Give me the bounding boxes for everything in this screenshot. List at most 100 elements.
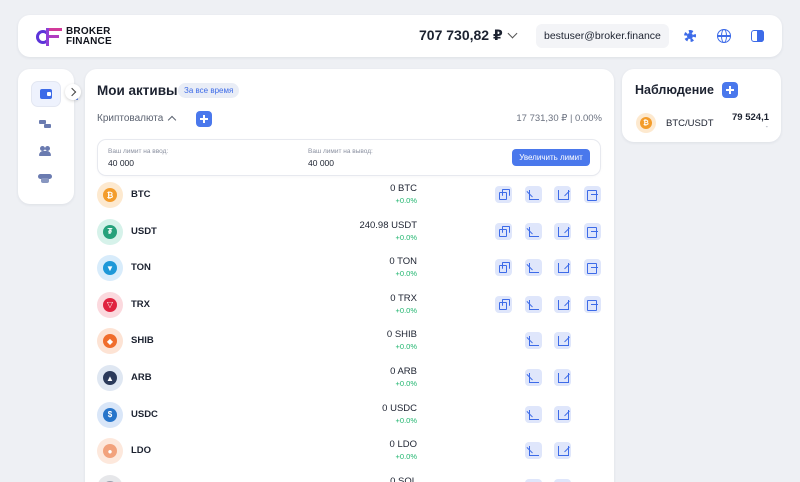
- withdraw-icon[interactable]: [554, 442, 571, 460]
- users-icon: [39, 146, 51, 156]
- withdraw-icon[interactable]: [554, 259, 571, 277]
- exchange-icon[interactable]: [584, 259, 601, 277]
- deposit-icon[interactable]: [525, 369, 542, 386]
- asset-row[interactable]: ₿ BTC 0 BTC +0.0%: [97, 180, 602, 210]
- watch-change: -: [765, 124, 768, 131]
- account-email[interactable]: bestuser@broker.finance: [536, 24, 669, 48]
- total-balance: 707 730,82 ₽: [419, 27, 503, 43]
- copy-address-icon[interactable]: [495, 186, 512, 203]
- deposit-limit-value: 40 000: [108, 158, 134, 168]
- limits-box: Ваш лимит на ввод: 40 000 Ваш лимит на в…: [98, 140, 600, 175]
- deposit-icon[interactable]: [525, 332, 542, 350]
- coin-icon: ₮: [97, 218, 123, 245]
- asset-symbol: SHIB: [131, 335, 154, 347]
- deposit-icon[interactable]: [525, 186, 542, 203]
- withdraw-icon[interactable]: [554, 405, 571, 423]
- withdraw-icon[interactable]: [554, 369, 571, 386]
- asset-row[interactable]: ◆ SHIB 0 SHIB +0.0%: [97, 326, 602, 356]
- watchlist-title: Наблюдение: [635, 83, 714, 97]
- sidebar-item-exchange[interactable]: [31, 113, 59, 135]
- asset-change: +0.0%: [395, 452, 417, 462]
- assets-panel: Мои активы За все время Криптовалюта 17 …: [85, 69, 614, 482]
- asset-change: +0.0%: [395, 232, 417, 242]
- category-toggle[interactable]: Криптовалюта: [97, 113, 177, 125]
- globe-icon[interactable]: [717, 29, 731, 43]
- btc-coin-icon: ₿: [636, 113, 656, 133]
- sidebar-item-referrals[interactable]: [31, 140, 59, 162]
- theme-toggle-icon[interactable]: [751, 29, 765, 43]
- coin-icon: $: [97, 401, 123, 428]
- copy-address-icon[interactable]: [495, 295, 512, 313]
- asset-symbol: BTC: [131, 189, 151, 200]
- withdraw-icon[interactable]: [554, 222, 571, 240]
- deposit-icon[interactable]: [525, 405, 542, 423]
- asset-row[interactable]: ● LDO 0 LDO +0.0%: [97, 436, 602, 466]
- asset-change: +0.0%: [395, 269, 417, 279]
- withdraw-limit-value: 40 000: [308, 158, 334, 168]
- watch-pair[interactable]: BTC/USDT: [666, 118, 714, 129]
- coin-icon: [97, 474, 123, 482]
- deposit-icon[interactable]: [525, 259, 542, 277]
- deposit-limit-label: Ваш лимит на ввод:: [108, 148, 169, 155]
- period-badge[interactable]: За все время: [178, 83, 240, 98]
- withdraw-icon[interactable]: [554, 332, 571, 350]
- exchange-icon[interactable]: [584, 186, 601, 203]
- asset-amount: 240.98 USDT: [359, 219, 417, 231]
- sidebar-item-partners[interactable]: [31, 167, 59, 189]
- deposit-icon[interactable]: [525, 222, 542, 240]
- add-asset-button[interactable]: [196, 111, 212, 127]
- exchange-icon[interactable]: [584, 295, 601, 313]
- asset-row[interactable]: ▲ ARB 0 ARB +0.0%: [97, 363, 602, 393]
- assets-title: Мои активы: [97, 83, 178, 98]
- sidebar-expand-chevron-icon[interactable]: [65, 84, 81, 100]
- asset-symbol: USDC: [131, 408, 158, 420]
- asset-change: +0.0%: [395, 342, 417, 352]
- handshake-icon: [38, 173, 52, 183]
- asset-amount: 0 TON: [389, 256, 417, 268]
- asset-amount: 0 TRX: [390, 292, 417, 304]
- wallet-icon: [40, 89, 52, 99]
- coin-icon: ◆: [97, 328, 123, 355]
- asset-amount: 0 LDO: [389, 439, 417, 451]
- deposit-icon[interactable]: [525, 295, 542, 313]
- assets-total: 17 731,30 ₽ | 0.00%: [516, 113, 602, 124]
- asset-row[interactable]: ₮ USDT 240.98 USDT +0.0%: [97, 217, 602, 247]
- asset-change: +0.0%: [395, 415, 417, 425]
- asset-row[interactable]: $ USDC 0 USDC +0.0%: [97, 400, 602, 430]
- balance-selector[interactable]: 707 730,82 ₽: [419, 27, 518, 44]
- gear-icon[interactable]: [683, 29, 697, 43]
- asset-symbol: TRX: [131, 298, 150, 310]
- category-label: Криптовалюта: [97, 113, 164, 124]
- exchange-icon[interactable]: [584, 222, 601, 240]
- asset-change: +0.0%: [395, 305, 417, 315]
- asset-row[interactable]: ▼ TON 0 TON +0.0%: [97, 253, 602, 283]
- coin-icon: ●: [97, 438, 123, 465]
- asset-symbol: USDT: [131, 225, 157, 237]
- sidebar-item-wallet[interactable]: [32, 82, 60, 106]
- asset-amount: 0 USDC: [382, 402, 417, 414]
- withdraw-icon[interactable]: [554, 186, 571, 203]
- asset-amount: 0 SOL: [390, 475, 417, 482]
- logo-line-2: FINANCE: [66, 36, 112, 47]
- add-watch-button[interactable]: [722, 82, 738, 98]
- asset-symbol: LDO: [131, 445, 152, 457]
- watchlist-panel: Наблюдение ₿ BTC/USDT 79 524,1 -: [622, 69, 781, 142]
- asset-amount: 0 BTC: [390, 183, 417, 194]
- asset-row[interactable]: 0 SOL: [97, 473, 602, 482]
- asset-symbol: TON: [131, 262, 151, 274]
- withdraw-icon[interactable]: [554, 295, 571, 313]
- coin-icon: ₿: [97, 182, 123, 208]
- brand-logo[interactable]: BROKER FINANCE: [36, 27, 112, 47]
- logo-mark-icon: [36, 28, 62, 46]
- chevron-down-icon: [507, 28, 518, 39]
- asset-amount: 0 ARB: [390, 366, 417, 377]
- asset-symbol: ARB: [131, 372, 152, 383]
- deposit-icon[interactable]: [525, 442, 542, 460]
- top-header: BROKER FINANCE 707 730,82 ₽ bestuser@bro…: [18, 15, 782, 57]
- asset-row[interactable]: ▽ TRX 0 TRX +0.0%: [97, 290, 602, 320]
- asset-change: +0.0%: [395, 196, 417, 205]
- copy-address-icon[interactable]: [495, 259, 512, 277]
- raise-limit-button[interactable]: Увеличить лимит: [512, 149, 590, 166]
- watch-price: 79 524,1: [732, 112, 769, 123]
- copy-address-icon[interactable]: [495, 222, 512, 240]
